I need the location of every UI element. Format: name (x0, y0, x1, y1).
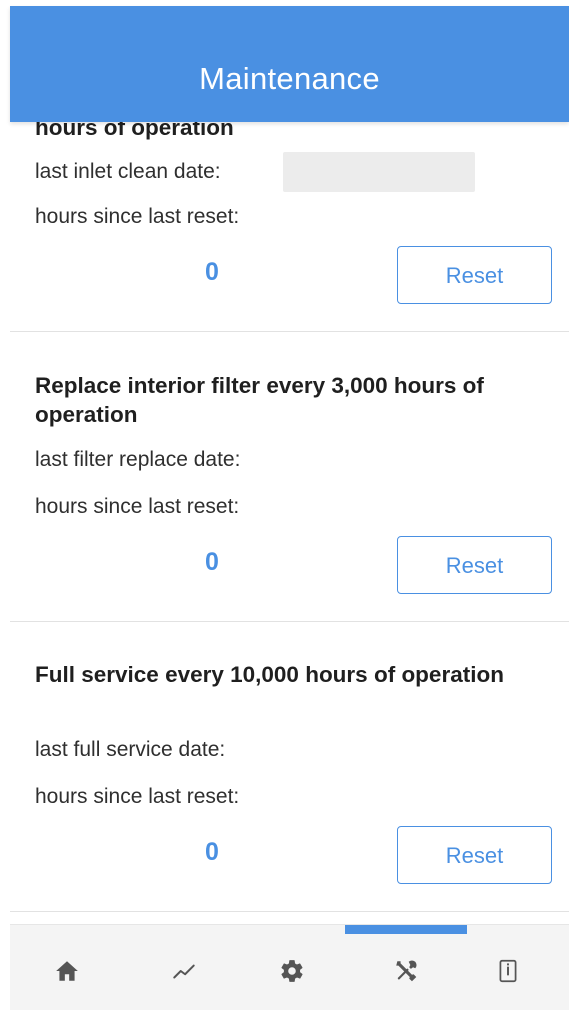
reset-button[interactable]: Reset (397, 826, 552, 884)
tab-maintenance[interactable] (366, 925, 446, 1011)
hours-since-reset-value: 0 (205, 548, 219, 576)
tab-device-info[interactable] (468, 925, 548, 1011)
maintenance-content[interactable]: hours of operation last inlet clean date… (0, 0, 569, 924)
info-device-icon (499, 959, 517, 983)
section-title: Replace interior filter every 3,000 hour… (35, 373, 484, 427)
bottom-tab-bar (10, 924, 569, 1010)
home-icon (56, 961, 78, 981)
section-title: Full service every 10,000 hours of opera… (35, 662, 504, 687)
hours-since-reset-label: hours since last reset: (35, 785, 240, 808)
tab-trends[interactable] (144, 925, 224, 1011)
tools-icon (396, 960, 417, 982)
hours-since-reset-value: 0 (205, 258, 219, 286)
last-date-label: last inlet clean date: (35, 160, 221, 183)
section-divider (10, 911, 569, 912)
hours-since-reset-label: hours since last reset: (35, 205, 240, 228)
tab-settings[interactable] (252, 925, 332, 1011)
reset-button[interactable]: Reset (397, 536, 552, 594)
section-divider (10, 621, 569, 622)
last-date-label: last full service date: (35, 738, 226, 761)
hours-since-reset-label: hours since last reset: (35, 495, 240, 518)
tab-home[interactable] (27, 925, 107, 1011)
app-header: Maintenance (10, 6, 569, 122)
last-date-label: last filter replace date: (35, 448, 241, 471)
page-title: Maintenance (199, 61, 380, 96)
trend-chart-icon (173, 964, 195, 979)
gear-icon (281, 960, 303, 982)
last-date-field[interactable] (283, 152, 475, 192)
section-divider (10, 331, 569, 332)
reset-button[interactable]: Reset (397, 246, 552, 304)
hours-since-reset-value: 0 (205, 838, 219, 866)
